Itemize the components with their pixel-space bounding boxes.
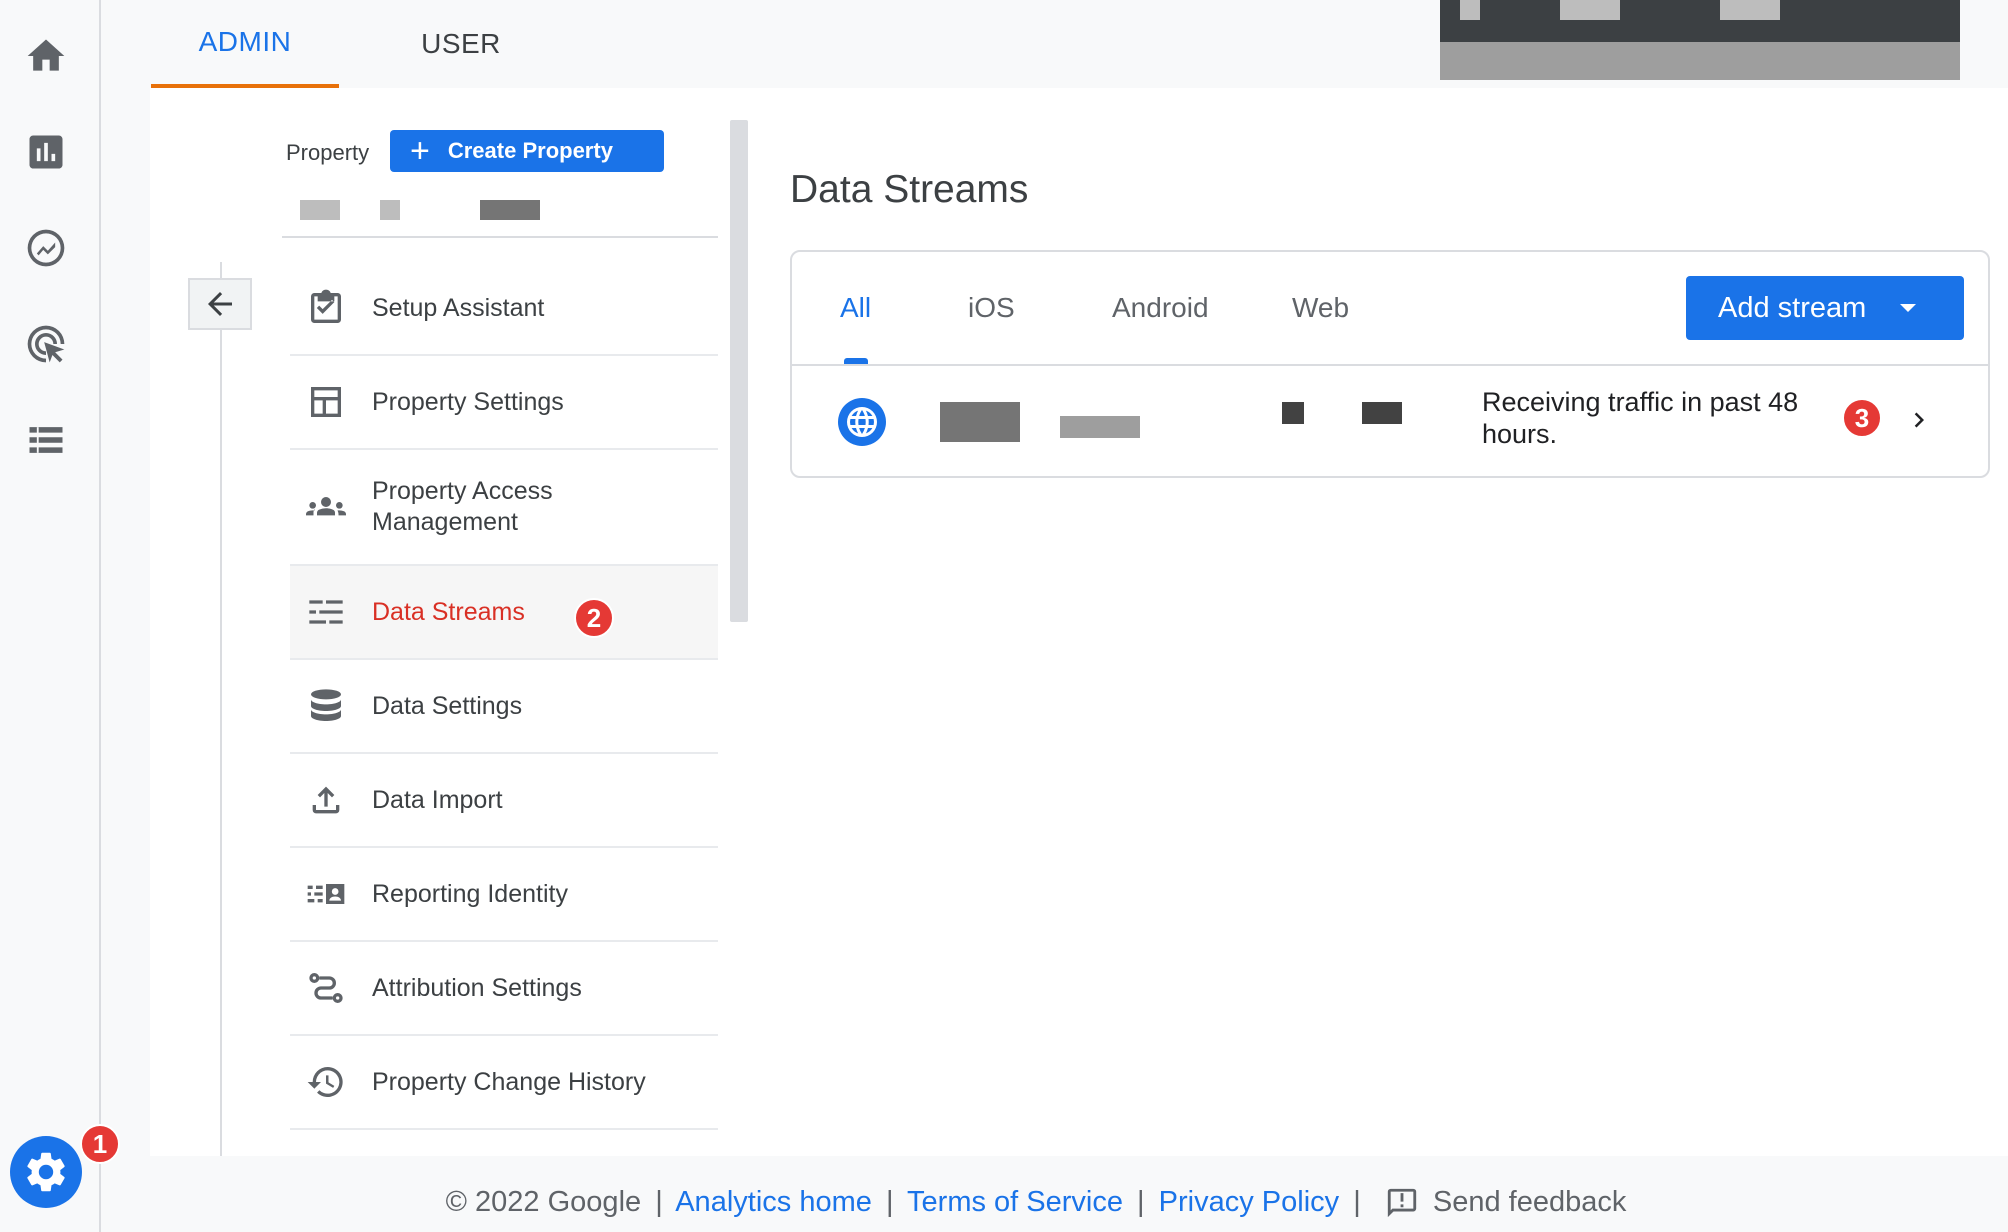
stream-status-text: Receiving traffic in past 48 hours. bbox=[1482, 387, 1799, 449]
add-stream-label: Add stream bbox=[1718, 291, 1867, 324]
nav-scrollbar[interactable] bbox=[730, 120, 748, 622]
nav-item-setup-assistant[interactable]: Setup Assistant bbox=[290, 262, 718, 356]
tab-user[interactable]: USER bbox=[369, 0, 553, 88]
privacy-policy-link[interactable]: Privacy Policy bbox=[1159, 1186, 1340, 1218]
arrow-back-icon bbox=[208, 292, 232, 316]
nav-item-data-settings[interactable]: Data Settings bbox=[290, 660, 718, 754]
redacted-property-name bbox=[300, 200, 340, 220]
step-badge-2: 2 bbox=[574, 598, 614, 638]
globe-icon bbox=[838, 398, 886, 446]
attribution-icon bbox=[309, 973, 343, 1003]
tab-web[interactable]: Web bbox=[1292, 292, 1349, 324]
database-icon bbox=[311, 689, 341, 721]
create-property-label: Create Property bbox=[447, 138, 613, 163]
nav-label: Attribution Settings bbox=[372, 973, 582, 1002]
property-divider bbox=[282, 236, 718, 238]
history-icon bbox=[307, 1067, 343, 1097]
add-stream-button[interactable]: Add stream bbox=[1686, 276, 1964, 340]
nav-label: Reporting Identity bbox=[372, 879, 568, 908]
plus-icon: + bbox=[410, 132, 430, 170]
redacted-stream-id bbox=[1362, 402, 1402, 424]
redacted-stream-name bbox=[940, 402, 1020, 442]
redacted-stream-url bbox=[1060, 416, 1140, 438]
send-feedback-link[interactable]: Send feedback bbox=[1433, 1186, 1626, 1218]
tab-ios[interactable]: iOS bbox=[968, 292, 1015, 324]
nav-item-data-import[interactable]: Data Import bbox=[290, 754, 718, 848]
nav-item-property-change-history[interactable]: Property Change History bbox=[290, 1036, 718, 1130]
create-property-button[interactable]: + Create Property bbox=[390, 130, 664, 172]
nav-label: Setup Assistant bbox=[372, 293, 545, 322]
advertising-icon[interactable] bbox=[22, 320, 70, 368]
chevron-right-icon[interactable] bbox=[1904, 402, 1934, 438]
left-rail: 1 bbox=[0, 0, 120, 1232]
identity-icon bbox=[307, 884, 345, 904]
redacted-property-name bbox=[480, 200, 540, 220]
caret-down-icon bbox=[1900, 304, 1916, 312]
nav-label: Data Streams bbox=[372, 597, 525, 626]
column-connector-line bbox=[220, 262, 222, 1156]
tab-all[interactable]: All bbox=[840, 292, 871, 324]
redacted-account-info bbox=[1440, 0, 1960, 80]
nav-label: Data Import bbox=[372, 785, 503, 814]
nav-item-property-access-management[interactable]: Property Access Management bbox=[290, 450, 718, 566]
redacted-property-name bbox=[380, 200, 400, 220]
tab-admin[interactable]: ADMIN bbox=[151, 0, 339, 88]
streams-icon bbox=[309, 600, 343, 624]
footer: © 2022 Google | Analytics home | Terms o… bbox=[0, 1186, 2008, 1220]
tab-android[interactable]: Android bbox=[1112, 292, 1209, 324]
nav-item-property-settings[interactable]: Property Settings bbox=[290, 356, 718, 450]
data-streams-card: All iOS Android Web Add stream Receiving… bbox=[790, 250, 1990, 478]
terms-of-service-link[interactable]: Terms of Service bbox=[907, 1186, 1123, 1218]
explore-icon[interactable] bbox=[22, 224, 70, 272]
layout-icon bbox=[311, 387, 341, 417]
step-badge-1: 1 bbox=[80, 1124, 120, 1164]
nav-item-data-streams[interactable]: Data Streams bbox=[290, 566, 718, 660]
feedback-icon bbox=[1385, 1186, 1419, 1220]
back-button[interactable] bbox=[188, 278, 252, 330]
step-badge-3: 3 bbox=[1842, 398, 1882, 438]
nav-label: Data Settings bbox=[372, 691, 523, 720]
redacted-stream-id bbox=[1282, 402, 1304, 424]
page-title: Data Streams bbox=[790, 168, 1029, 211]
card-divider bbox=[792, 364, 1988, 366]
people-icon bbox=[306, 497, 346, 516]
reports-icon[interactable] bbox=[22, 128, 70, 176]
checklist-icon bbox=[311, 289, 341, 323]
nav-item-attribution-settings[interactable]: Attribution Settings bbox=[290, 942, 718, 1036]
nav-label: Property Change History bbox=[372, 1067, 646, 1096]
copyright-text: © 2022 Google bbox=[445, 1186, 642, 1218]
nav-label: Property Access Management bbox=[372, 477, 553, 536]
list-icon[interactable] bbox=[22, 416, 70, 464]
nav-item-reporting-identity[interactable]: Reporting Identity bbox=[290, 848, 718, 942]
nav-label: Property Settings bbox=[372, 387, 564, 416]
property-label: Property bbox=[286, 140, 370, 165]
analytics-home-link[interactable]: Analytics home bbox=[675, 1186, 872, 1218]
home-icon[interactable] bbox=[22, 32, 70, 80]
upload-icon bbox=[312, 786, 340, 814]
